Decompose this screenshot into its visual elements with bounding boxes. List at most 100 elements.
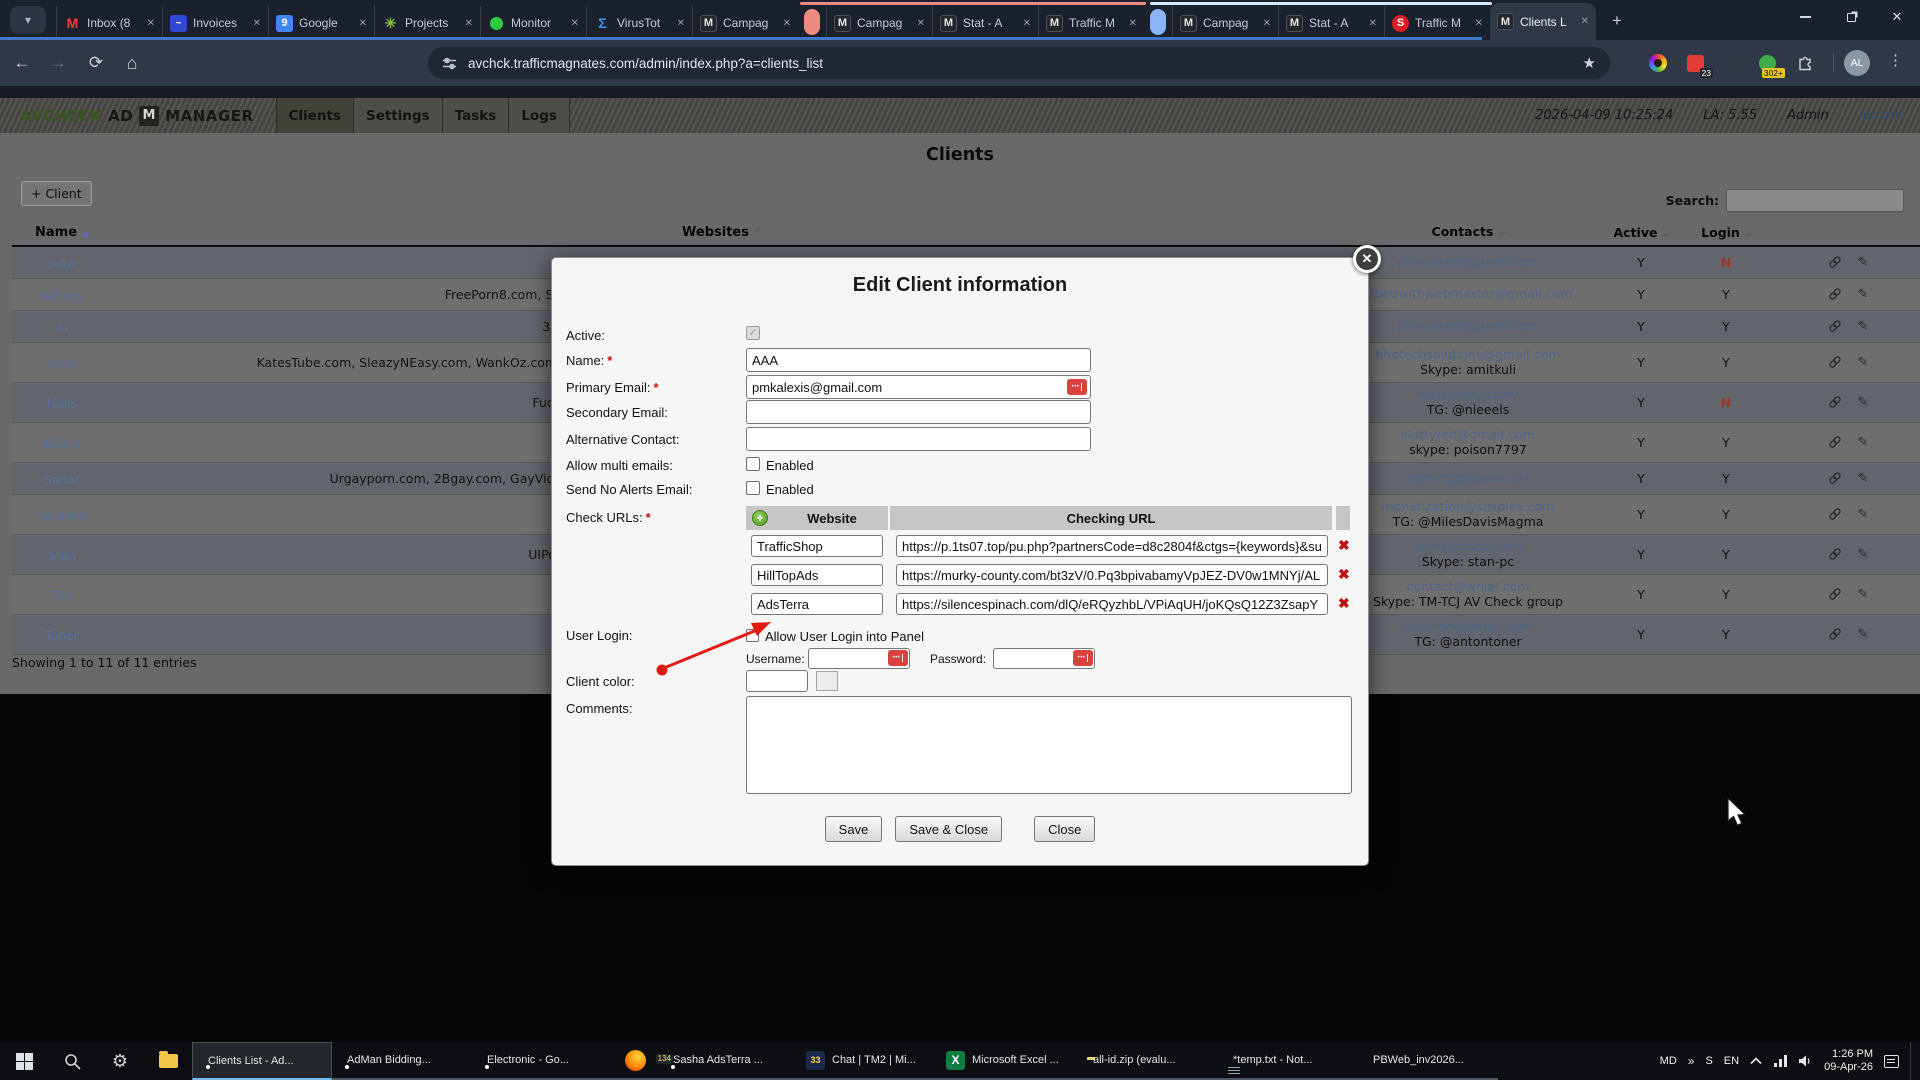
checking-url-field[interactable] [896,564,1328,586]
edit-icon[interactable] [1858,355,1869,370]
checking-url-field[interactable] [896,535,1328,557]
taskbar-item[interactable]: Clients List - Ad... [192,1042,332,1080]
link-icon[interactable] [1828,627,1842,641]
autofill-icon[interactable] [1067,379,1087,395]
allow-multi-checkbox[interactable] [746,457,760,471]
browser-tab[interactable]: 9Google [268,6,374,40]
edit-icon[interactable] [1858,287,1869,302]
tab-close-icon[interactable] [465,18,473,29]
link-icon[interactable] [1828,319,1842,333]
delete-url-icon[interactable] [1338,537,1356,554]
tray-chevron-icon[interactable] [1688,1054,1695,1068]
add-url-icon[interactable] [752,510,768,526]
client-email-link[interactable]: niels@adult.dev [1330,387,1606,403]
website-name-field[interactable] [751,564,883,586]
tab-search-icon[interactable] [10,6,46,34]
col-header-login[interactable]: Login [1676,225,1776,240]
clock[interactable]: 1:26 PM 09-Apr-26 [1824,1048,1873,1075]
start-button[interactable] [0,1042,48,1080]
tab-close-icon[interactable] [1369,18,1377,29]
edit-icon[interactable] [1858,587,1869,602]
tab-close-icon[interactable] [783,18,791,29]
address-bar[interactable]: avchck.trafficmagnates.com/admin/index.p… [428,47,1610,79]
paw-extension-icon[interactable] [1719,51,1745,75]
name-field[interactable] [746,348,1091,372]
restore-button[interactable] [1828,0,1874,34]
taskbar-item[interactable]: all-id.zip (evalu... [1078,1042,1218,1080]
edit-icon[interactable] [1858,627,1869,642]
minimize-button[interactable] [1782,0,1828,34]
browser-tab[interactable]: MTraffic M [1038,6,1144,40]
client-email-link[interactable]: stan@prodiz.com [1330,539,1606,555]
taskbar-item[interactable] [612,1042,658,1080]
client-name-link[interactable]: Al [56,320,68,335]
delete-url-icon[interactable] [1338,595,1356,612]
nav-tasks[interactable]: Tasks [442,98,509,133]
link-icon[interactable] [1828,547,1842,561]
client-email-link[interactable]: pmkalexis@gmail.com [1397,254,1538,269]
link-icon[interactable] [1828,507,1842,521]
secondary-email-field[interactable] [746,400,1091,424]
browser-tab[interactable]: Monitor [480,6,586,40]
browser-tab[interactable]: ~Invoices [162,6,268,40]
taskbar-item[interactable]: 134Sasha AdsTerra ... [658,1042,798,1080]
edit-icon[interactable] [1858,471,1869,486]
no-alerts-checkbox[interactable] [746,481,760,495]
col-header-contacts[interactable]: Contacts [1330,224,1606,242]
taskbar-item[interactable]: PBWeb_inv2026... [1358,1042,1498,1080]
client-name-link[interactable]: AAA [49,256,75,271]
website-name-field[interactable] [751,535,883,557]
browser-tab[interactable]: ΣVirusTot [586,6,692,40]
client-name-link[interactable]: Adrien [42,288,83,303]
show-desktop-button[interactable] [1910,1042,1914,1080]
autofill-icon[interactable] [1073,650,1093,666]
tab-close-icon[interactable] [1475,18,1483,29]
col-header-websites[interactable]: Websites [112,225,1330,240]
extensions-puzzle-icon[interactable] [1792,51,1818,75]
edit-icon[interactable] [1858,547,1869,562]
close-window-button[interactable] [1874,0,1920,34]
website-name-field[interactable] [751,593,883,615]
browser-tab[interactable]: ✳Projects [374,6,480,40]
save-button[interactable]: Save [825,816,883,842]
link-icon[interactable] [1828,355,1842,369]
reload-icon[interactable]: ⟳ [82,49,110,77]
settings-icon[interactable] [96,1042,144,1080]
primary-email-field[interactable] [746,375,1091,399]
edit-icon[interactable] [1858,395,1869,410]
client-email-link[interactable]: alexiron@gmail.com [1330,619,1606,635]
client-email-link[interactable]: inbedwithwebmaster@gmail.com [1363,286,1572,301]
color-swatch[interactable] [816,671,838,691]
site-info-icon[interactable] [442,56,457,71]
client-name-link[interactable]: Toner [45,628,79,643]
link-icon[interactable] [1828,255,1842,269]
nav-settings[interactable]: Settings [353,98,442,133]
browser-tab[interactable]: MCampag [1172,6,1278,40]
browser-tab[interactable]: STraffic M [1384,6,1490,40]
bookmark-star-icon[interactable] [1583,54,1596,72]
client-name-link[interactable]: Amit [47,356,76,371]
link-icon[interactable] [1828,395,1842,409]
edit-icon[interactable] [1858,435,1869,450]
checking-url-field[interactable] [896,593,1328,615]
browser-tab[interactable]: MStat - A [932,6,1038,40]
browser-tab-active[interactable]: MClients L [1490,3,1596,40]
client-name-link[interactable]: Nikola [43,436,81,451]
tab-group-chip-blue[interactable] [1150,9,1166,35]
browser-tab[interactable]: MStat - A [1278,6,1384,40]
comments-field[interactable] [746,696,1352,794]
tab-close-icon[interactable] [917,18,925,29]
forward-icon[interactable]: → [44,49,72,77]
modal-close-icon[interactable] [1353,245,1381,273]
link-icon[interactable] [1828,471,1842,485]
browser-tab[interactable]: MCampag [692,6,798,40]
url-text[interactable]: avchck.trafficmagnates.com/admin/index.p… [468,56,823,71]
client-email-link[interactable]: monetization@sexplex.com [1330,499,1606,515]
new-tab-button[interactable] [1602,6,1632,36]
autofill-icon[interactable] [888,650,908,666]
hidden-icons-chevron[interactable] [1750,1057,1762,1065]
client-name-link[interactable]: Sahar [44,472,80,487]
client-color-field[interactable] [746,670,808,692]
file-explorer-icon[interactable] [144,1042,192,1080]
taskbar-item[interactable]: Microsoft Excel ... [938,1042,1078,1080]
